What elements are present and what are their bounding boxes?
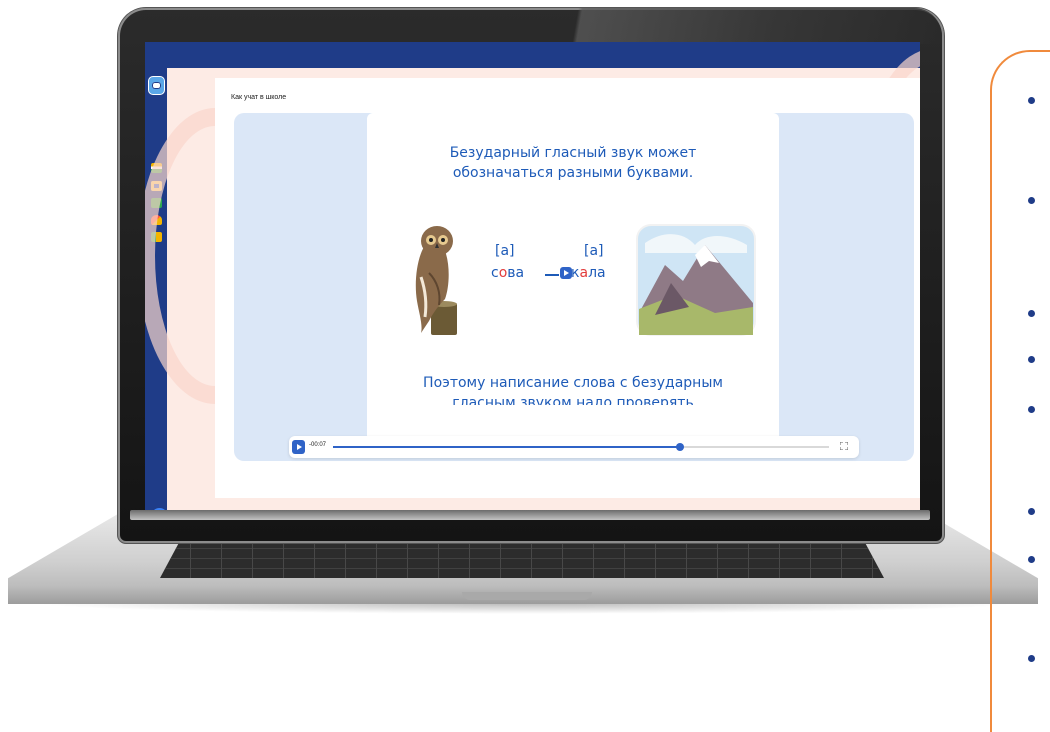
- app-logo-icon[interactable]: [148, 76, 165, 95]
- progress-fill: [333, 446, 681, 448]
- slide-heading: Безударный гласный звук может обозначать…: [367, 143, 779, 183]
- slide-footer: Поэтому написание слова с безударным гла…: [367, 373, 779, 405]
- list-bullet: [1028, 655, 1035, 662]
- owl-illustration: [415, 226, 457, 335]
- progress-track[interactable]: [333, 443, 829, 451]
- dash: [545, 274, 559, 276]
- page-title: Как учат в школе: [231, 94, 287, 101]
- progress-knob[interactable]: [676, 443, 685, 451]
- list-bullet: [1028, 406, 1035, 413]
- video-controls: -00:07: [289, 436, 859, 458]
- list-bullet: [1028, 97, 1035, 104]
- list-bullet: [1028, 556, 1035, 563]
- footer-line: Поэтому написание слова с безударным: [423, 375, 723, 391]
- word-sova: сова: [491, 265, 524, 281]
- lid-glare: [528, 8, 942, 44]
- main-area: Как учат в школе Безударный гласный звук…: [145, 48, 920, 510]
- video-slide[interactable]: Безударный гласный звук может обозначать…: [367, 113, 779, 453]
- top-bar: [145, 42, 920, 68]
- phonetic-label: [а]: [495, 243, 515, 259]
- word-skala: кала: [559, 265, 606, 281]
- video-container: Безударный гласный звук может обозначать…: [234, 113, 914, 461]
- time-remaining: -00:07: [309, 442, 327, 448]
- unstressed-vowel: а: [579, 265, 589, 281]
- laptop-notch: [462, 592, 592, 600]
- letters: ва: [507, 265, 525, 281]
- laptop-hinge: [130, 510, 930, 520]
- list-bullet: [1028, 197, 1035, 204]
- footer-line: гласным звуком надо проверять: [452, 395, 694, 405]
- letters: ла: [588, 265, 606, 281]
- unstressed-vowel: о: [498, 265, 508, 281]
- laptop-screen: ← Как учат в школе Безударный гласный зв…: [145, 42, 920, 510]
- list-bullet: [1028, 356, 1035, 363]
- heading-line: Безударный гласный звук может: [449, 145, 697, 161]
- mountain-illustration: [636, 224, 756, 336]
- content-card: Как учат в школе Безударный гласный звук…: [215, 78, 920, 498]
- fullscreen-icon[interactable]: [840, 442, 848, 450]
- side-list-panel: [990, 50, 1050, 732]
- list-bullet: [1028, 310, 1035, 317]
- heading-line: обозначаться разными буквами.: [452, 165, 694, 181]
- phonetic-label: [а]: [584, 243, 604, 259]
- list-bullet: [1028, 508, 1035, 515]
- letters: с: [491, 265, 499, 281]
- play-button[interactable]: [292, 440, 305, 454]
- back-button[interactable]: ←: [151, 508, 168, 510]
